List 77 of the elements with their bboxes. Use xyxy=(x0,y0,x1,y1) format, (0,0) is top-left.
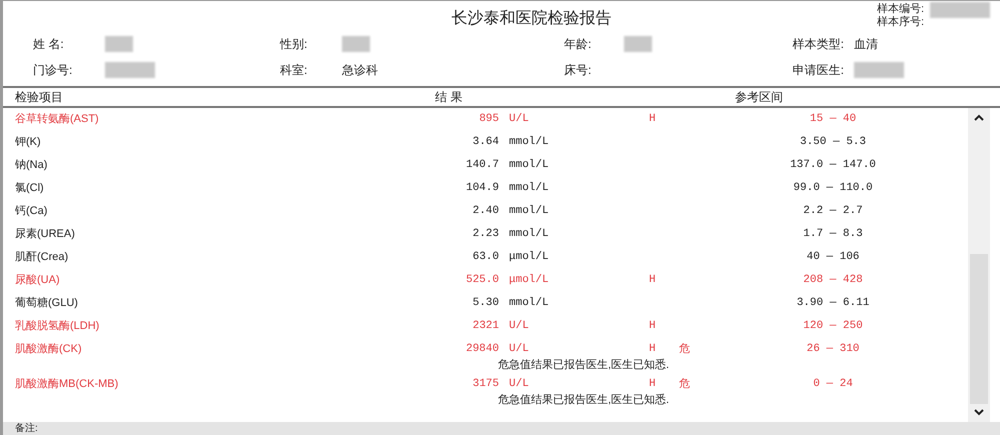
reference-range: 99.0 — 110.0 xyxy=(793,181,873,196)
critical-text: 危 xyxy=(679,377,690,392)
reference-range: 120 — 250 xyxy=(803,319,863,334)
result-value: 140.7 xyxy=(464,158,499,174)
unit: mmol/L xyxy=(509,135,550,150)
result-value: 525.0 xyxy=(464,273,499,288)
test-name: 钾(K) xyxy=(15,135,42,150)
critical-note: 危急值结果已报告医生,医生已知悉. xyxy=(498,392,670,408)
reference-range: 208 — 428 xyxy=(803,273,863,288)
flag-text: H xyxy=(649,342,656,358)
flag-text: H xyxy=(649,273,656,288)
remarks-label: 备注: xyxy=(15,422,38,434)
field-value: 急诊科 xyxy=(342,62,378,79)
reference-range: 26 — 310 xyxy=(806,342,860,358)
unit: μmol/L xyxy=(509,273,550,288)
field-label: 姓 名: xyxy=(33,37,64,51)
report-title: 长沙泰和医院检验报告 xyxy=(452,8,612,29)
flag-text: H xyxy=(649,377,656,392)
test-name: 钙(Ca) xyxy=(15,204,48,220)
test-name: 尿酸(UA) xyxy=(15,273,61,288)
reference-range: 40 — 106 xyxy=(806,250,860,266)
unit: μmol/L xyxy=(509,250,550,266)
result-value: 104.9 xyxy=(464,181,499,196)
reference-range: 3.50 — 5.3 xyxy=(800,135,866,150)
reference-range: 3.90 — 6.11 xyxy=(796,296,870,312)
reference-range: 0 — 24 xyxy=(813,377,853,392)
result-value: 2.40 xyxy=(472,204,499,220)
test-name: 氯(Cl) xyxy=(15,181,45,196)
column-header: 参考区间 xyxy=(735,89,783,106)
column-header: 检验项目 xyxy=(15,89,64,106)
field-label: 样本序号: xyxy=(876,16,924,29)
field-value: 血清 xyxy=(854,36,878,53)
reference-range: 1.7 — 8.3 xyxy=(803,227,863,242)
column-header: 结 果 xyxy=(435,89,464,106)
scroll-down-icon[interactable] xyxy=(974,408,984,416)
result-value: 2.23 xyxy=(472,227,499,242)
unit: mmol/L xyxy=(509,158,550,174)
field-label: 床号: xyxy=(564,63,592,77)
reference-range: 2.2 — 2.7 xyxy=(803,204,863,220)
test-name: 谷草转氨酶(AST) xyxy=(15,112,100,128)
result-value: 3.64 xyxy=(472,135,499,150)
test-name: 肌酸激酶MB(CK-MB) xyxy=(15,377,120,392)
test-name: 葡萄糖(GLU) xyxy=(15,296,79,312)
test-name: 尿素(UREA) xyxy=(15,226,76,242)
result-value: 63.0 xyxy=(472,250,499,266)
reference-range: 137.0 — 147.0 xyxy=(790,158,876,174)
flag-text: H xyxy=(649,112,656,128)
flag-text: H xyxy=(649,319,656,334)
unit: mmol/L xyxy=(509,227,550,242)
result-value: 3175 xyxy=(472,377,499,392)
result-value: 2321 xyxy=(472,319,499,334)
unit: U/L xyxy=(509,377,530,392)
unit: U/L xyxy=(509,112,530,128)
result-value: 5.30 xyxy=(472,296,499,312)
reference-range: 15 — 40 xyxy=(810,112,856,128)
field-label: 科室: xyxy=(280,63,308,77)
test-name: 钠(Na) xyxy=(15,158,48,174)
field-label: 样本类型: xyxy=(792,37,844,51)
scroll-up-icon[interactable] xyxy=(974,114,984,122)
unit: mmol/L xyxy=(509,296,550,312)
test-name: 肌酐(Crea) xyxy=(15,250,70,266)
critical-note: 危急值结果已报告医生,医生已知悉. xyxy=(498,358,670,373)
field-label: 年龄: xyxy=(564,37,592,51)
unit: U/L xyxy=(509,319,530,334)
result-value: 29840 xyxy=(464,342,499,358)
unit: mmol/L xyxy=(509,204,550,220)
result-value: 895 xyxy=(478,112,499,128)
test-name: 乳酸脱氢酶(LDH) xyxy=(15,319,100,334)
unit: U/L xyxy=(509,342,530,358)
unit: mmol/L xyxy=(509,181,550,196)
test-name: 肌酸激酶(CK) xyxy=(15,342,83,358)
scrollbar[interactable] xyxy=(968,108,990,422)
field-label: 样本编号: xyxy=(876,3,924,16)
critical-text: 危 xyxy=(679,342,690,358)
field-label: 门诊号: xyxy=(33,63,72,77)
field-label: 性别: xyxy=(280,37,308,51)
field-label: 申请医生: xyxy=(792,63,844,77)
